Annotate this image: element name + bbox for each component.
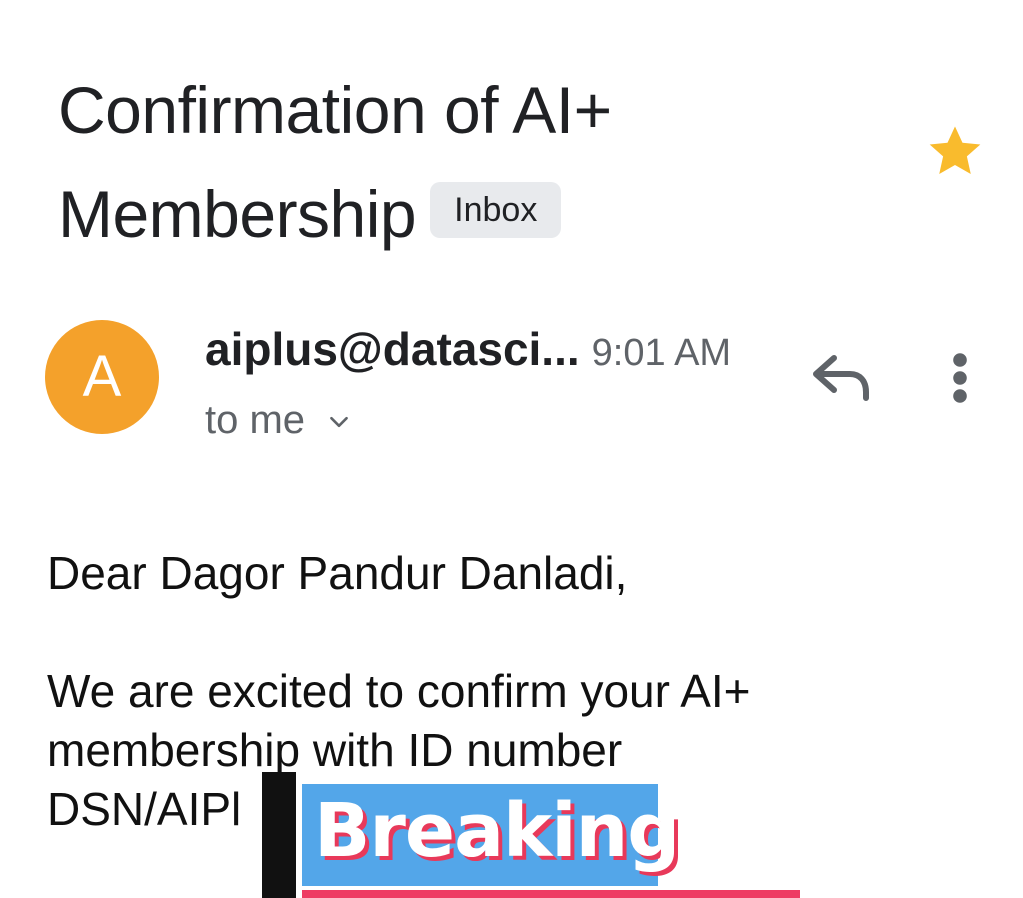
breaking-overlay: Breaking <box>262 772 802 898</box>
email-subject: Confirmation of AI+ Membership Inbox <box>58 58 818 266</box>
star-icon[interactable] <box>924 120 986 182</box>
reply-icon[interactable] <box>810 350 874 406</box>
sender-avatar[interactable]: A <box>45 320 159 434</box>
overlay-bar <box>262 772 296 898</box>
recipient-toggle[interactable]: to me <box>205 398 352 443</box>
breaking-text: Breaking <box>314 788 680 874</box>
breaking-banner: Breaking <box>302 784 680 886</box>
recipient-text: to me <box>205 398 306 442</box>
overlay-underline <box>302 890 800 898</box>
sender-address[interactable]: aiplus@datasci... <box>205 323 580 375</box>
inbox-label-chip[interactable]: Inbox <box>430 182 562 238</box>
body-line: We are excited to confirm your AI+ <box>47 665 751 717</box>
email-time: 9:01 AM <box>591 332 732 374</box>
email-greeting: Dear Dagor Pandur Danladi, <box>47 547 628 599</box>
more-vert-icon[interactable] <box>940 348 980 408</box>
chevron-down-icon <box>330 417 349 428</box>
sender-line: aiplus@datasci... 9:01 AM <box>205 322 731 376</box>
